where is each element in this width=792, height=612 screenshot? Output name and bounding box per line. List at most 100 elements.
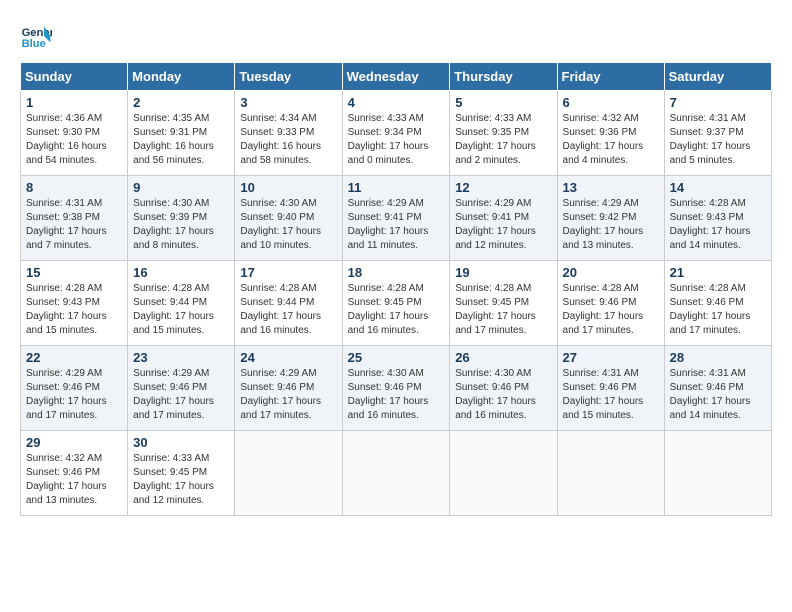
day-info: Sunrise: 4:33 AM Sunset: 9:35 PM Dayligh… (455, 112, 551, 168)
calendar-cell: 18 Sunrise: 4:28 AM Sunset: 9:45 PM Dayl… (342, 261, 450, 346)
day-info: Sunrise: 4:29 AM Sunset: 9:46 PM Dayligh… (26, 367, 122, 423)
day-number: 5 (455, 95, 551, 110)
weekday-header: Friday (557, 63, 664, 91)
calendar-cell: 1 Sunrise: 4:36 AM Sunset: 9:30 PM Dayli… (21, 91, 128, 176)
logo-icon: General Blue (20, 20, 52, 52)
day-number: 21 (670, 265, 766, 280)
day-number: 28 (670, 350, 766, 365)
calendar-cell: 7 Sunrise: 4:31 AM Sunset: 9:37 PM Dayli… (664, 91, 771, 176)
day-info: Sunrise: 4:28 AM Sunset: 9:45 PM Dayligh… (348, 282, 445, 338)
day-info: Sunrise: 4:30 AM Sunset: 9:46 PM Dayligh… (455, 367, 551, 423)
calendar-cell (235, 431, 342, 516)
calendar-cell: 24 Sunrise: 4:29 AM Sunset: 9:46 PM Dayl… (235, 346, 342, 431)
day-number: 20 (563, 265, 659, 280)
day-info: Sunrise: 4:29 AM Sunset: 9:41 PM Dayligh… (348, 197, 445, 253)
day-info: Sunrise: 4:28 AM Sunset: 9:44 PM Dayligh… (240, 282, 336, 338)
calendar-cell: 14 Sunrise: 4:28 AM Sunset: 9:43 PM Dayl… (664, 176, 771, 261)
day-info: Sunrise: 4:35 AM Sunset: 9:31 PM Dayligh… (133, 112, 229, 168)
day-info: Sunrise: 4:31 AM Sunset: 9:46 PM Dayligh… (563, 367, 659, 423)
calendar-cell: 21 Sunrise: 4:28 AM Sunset: 9:46 PM Dayl… (664, 261, 771, 346)
day-info: Sunrise: 4:30 AM Sunset: 9:39 PM Dayligh… (133, 197, 229, 253)
calendar-cell: 25 Sunrise: 4:30 AM Sunset: 9:46 PM Dayl… (342, 346, 450, 431)
calendar-week: 8 Sunrise: 4:31 AM Sunset: 9:38 PM Dayli… (21, 176, 772, 261)
day-info: Sunrise: 4:31 AM Sunset: 9:38 PM Dayligh… (26, 197, 122, 253)
day-info: Sunrise: 4:36 AM Sunset: 9:30 PM Dayligh… (26, 112, 122, 168)
day-number: 24 (240, 350, 336, 365)
weekday-header: Sunday (21, 63, 128, 91)
day-info: Sunrise: 4:28 AM Sunset: 9:46 PM Dayligh… (670, 282, 766, 338)
calendar-cell (450, 431, 557, 516)
day-info: Sunrise: 4:28 AM Sunset: 9:43 PM Dayligh… (26, 282, 122, 338)
day-number: 29 (26, 435, 122, 450)
calendar-week: 1 Sunrise: 4:36 AM Sunset: 9:30 PM Dayli… (21, 91, 772, 176)
calendar-cell: 28 Sunrise: 4:31 AM Sunset: 9:46 PM Dayl… (664, 346, 771, 431)
day-info: Sunrise: 4:28 AM Sunset: 9:44 PM Dayligh… (133, 282, 229, 338)
day-number: 16 (133, 265, 229, 280)
day-info: Sunrise: 4:31 AM Sunset: 9:46 PM Dayligh… (670, 367, 766, 423)
calendar-cell (664, 431, 771, 516)
calendar-cell: 17 Sunrise: 4:28 AM Sunset: 9:44 PM Dayl… (235, 261, 342, 346)
calendar-week: 29 Sunrise: 4:32 AM Sunset: 9:46 PM Dayl… (21, 431, 772, 516)
day-number: 22 (26, 350, 122, 365)
calendar-cell: 19 Sunrise: 4:28 AM Sunset: 9:45 PM Dayl… (450, 261, 557, 346)
day-info: Sunrise: 4:29 AM Sunset: 9:41 PM Dayligh… (455, 197, 551, 253)
calendar-cell: 20 Sunrise: 4:28 AM Sunset: 9:46 PM Dayl… (557, 261, 664, 346)
calendar-cell: 29 Sunrise: 4:32 AM Sunset: 9:46 PM Dayl… (21, 431, 128, 516)
day-number: 30 (133, 435, 229, 450)
day-number: 18 (348, 265, 445, 280)
calendar-cell: 12 Sunrise: 4:29 AM Sunset: 9:41 PM Dayl… (450, 176, 557, 261)
calendar-cell: 22 Sunrise: 4:29 AM Sunset: 9:46 PM Dayl… (21, 346, 128, 431)
calendar-week: 22 Sunrise: 4:29 AM Sunset: 9:46 PM Dayl… (21, 346, 772, 431)
day-number: 19 (455, 265, 551, 280)
day-number: 13 (563, 180, 659, 195)
day-info: Sunrise: 4:28 AM Sunset: 9:43 PM Dayligh… (670, 197, 766, 253)
calendar-cell: 10 Sunrise: 4:30 AM Sunset: 9:40 PM Dayl… (235, 176, 342, 261)
day-number: 26 (455, 350, 551, 365)
day-info: Sunrise: 4:29 AM Sunset: 9:46 PM Dayligh… (240, 367, 336, 423)
calendar-cell: 2 Sunrise: 4:35 AM Sunset: 9:31 PM Dayli… (128, 91, 235, 176)
day-info: Sunrise: 4:32 AM Sunset: 9:46 PM Dayligh… (26, 452, 122, 508)
day-number: 10 (240, 180, 336, 195)
day-info: Sunrise: 4:31 AM Sunset: 9:37 PM Dayligh… (670, 112, 766, 168)
header: General Blue (20, 20, 772, 52)
day-number: 17 (240, 265, 336, 280)
weekday-header: Saturday (664, 63, 771, 91)
calendar-cell: 27 Sunrise: 4:31 AM Sunset: 9:46 PM Dayl… (557, 346, 664, 431)
day-number: 12 (455, 180, 551, 195)
day-number: 2 (133, 95, 229, 110)
weekday-header: Thursday (450, 63, 557, 91)
day-number: 25 (348, 350, 445, 365)
weekday-header: Monday (128, 63, 235, 91)
day-info: Sunrise: 4:33 AM Sunset: 9:34 PM Dayligh… (348, 112, 445, 168)
calendar-cell: 23 Sunrise: 4:29 AM Sunset: 9:46 PM Dayl… (128, 346, 235, 431)
calendar-cell: 13 Sunrise: 4:29 AM Sunset: 9:42 PM Dayl… (557, 176, 664, 261)
day-info: Sunrise: 4:32 AM Sunset: 9:36 PM Dayligh… (563, 112, 659, 168)
calendar-week: 15 Sunrise: 4:28 AM Sunset: 9:43 PM Dayl… (21, 261, 772, 346)
day-info: Sunrise: 4:30 AM Sunset: 9:46 PM Dayligh… (348, 367, 445, 423)
calendar-cell: 26 Sunrise: 4:30 AM Sunset: 9:46 PM Dayl… (450, 346, 557, 431)
day-info: Sunrise: 4:29 AM Sunset: 9:42 PM Dayligh… (563, 197, 659, 253)
day-info: Sunrise: 4:34 AM Sunset: 9:33 PM Dayligh… (240, 112, 336, 168)
calendar-cell: 3 Sunrise: 4:34 AM Sunset: 9:33 PM Dayli… (235, 91, 342, 176)
day-number: 6 (563, 95, 659, 110)
day-number: 9 (133, 180, 229, 195)
day-number: 7 (670, 95, 766, 110)
day-number: 23 (133, 350, 229, 365)
day-number: 15 (26, 265, 122, 280)
weekday-header: Tuesday (235, 63, 342, 91)
calendar: SundayMondayTuesdayWednesdayThursdayFrid… (20, 62, 772, 516)
logo: General Blue (20, 20, 56, 52)
day-number: 8 (26, 180, 122, 195)
day-info: Sunrise: 4:30 AM Sunset: 9:40 PM Dayligh… (240, 197, 336, 253)
day-number: 14 (670, 180, 766, 195)
calendar-cell (557, 431, 664, 516)
calendar-cell: 11 Sunrise: 4:29 AM Sunset: 9:41 PM Dayl… (342, 176, 450, 261)
day-number: 1 (26, 95, 122, 110)
day-info: Sunrise: 4:28 AM Sunset: 9:45 PM Dayligh… (455, 282, 551, 338)
day-number: 4 (348, 95, 445, 110)
calendar-cell: 5 Sunrise: 4:33 AM Sunset: 9:35 PM Dayli… (450, 91, 557, 176)
calendar-cell: 4 Sunrise: 4:33 AM Sunset: 9:34 PM Dayli… (342, 91, 450, 176)
calendar-cell: 30 Sunrise: 4:33 AM Sunset: 9:45 PM Dayl… (128, 431, 235, 516)
day-number: 27 (563, 350, 659, 365)
day-info: Sunrise: 4:28 AM Sunset: 9:46 PM Dayligh… (563, 282, 659, 338)
